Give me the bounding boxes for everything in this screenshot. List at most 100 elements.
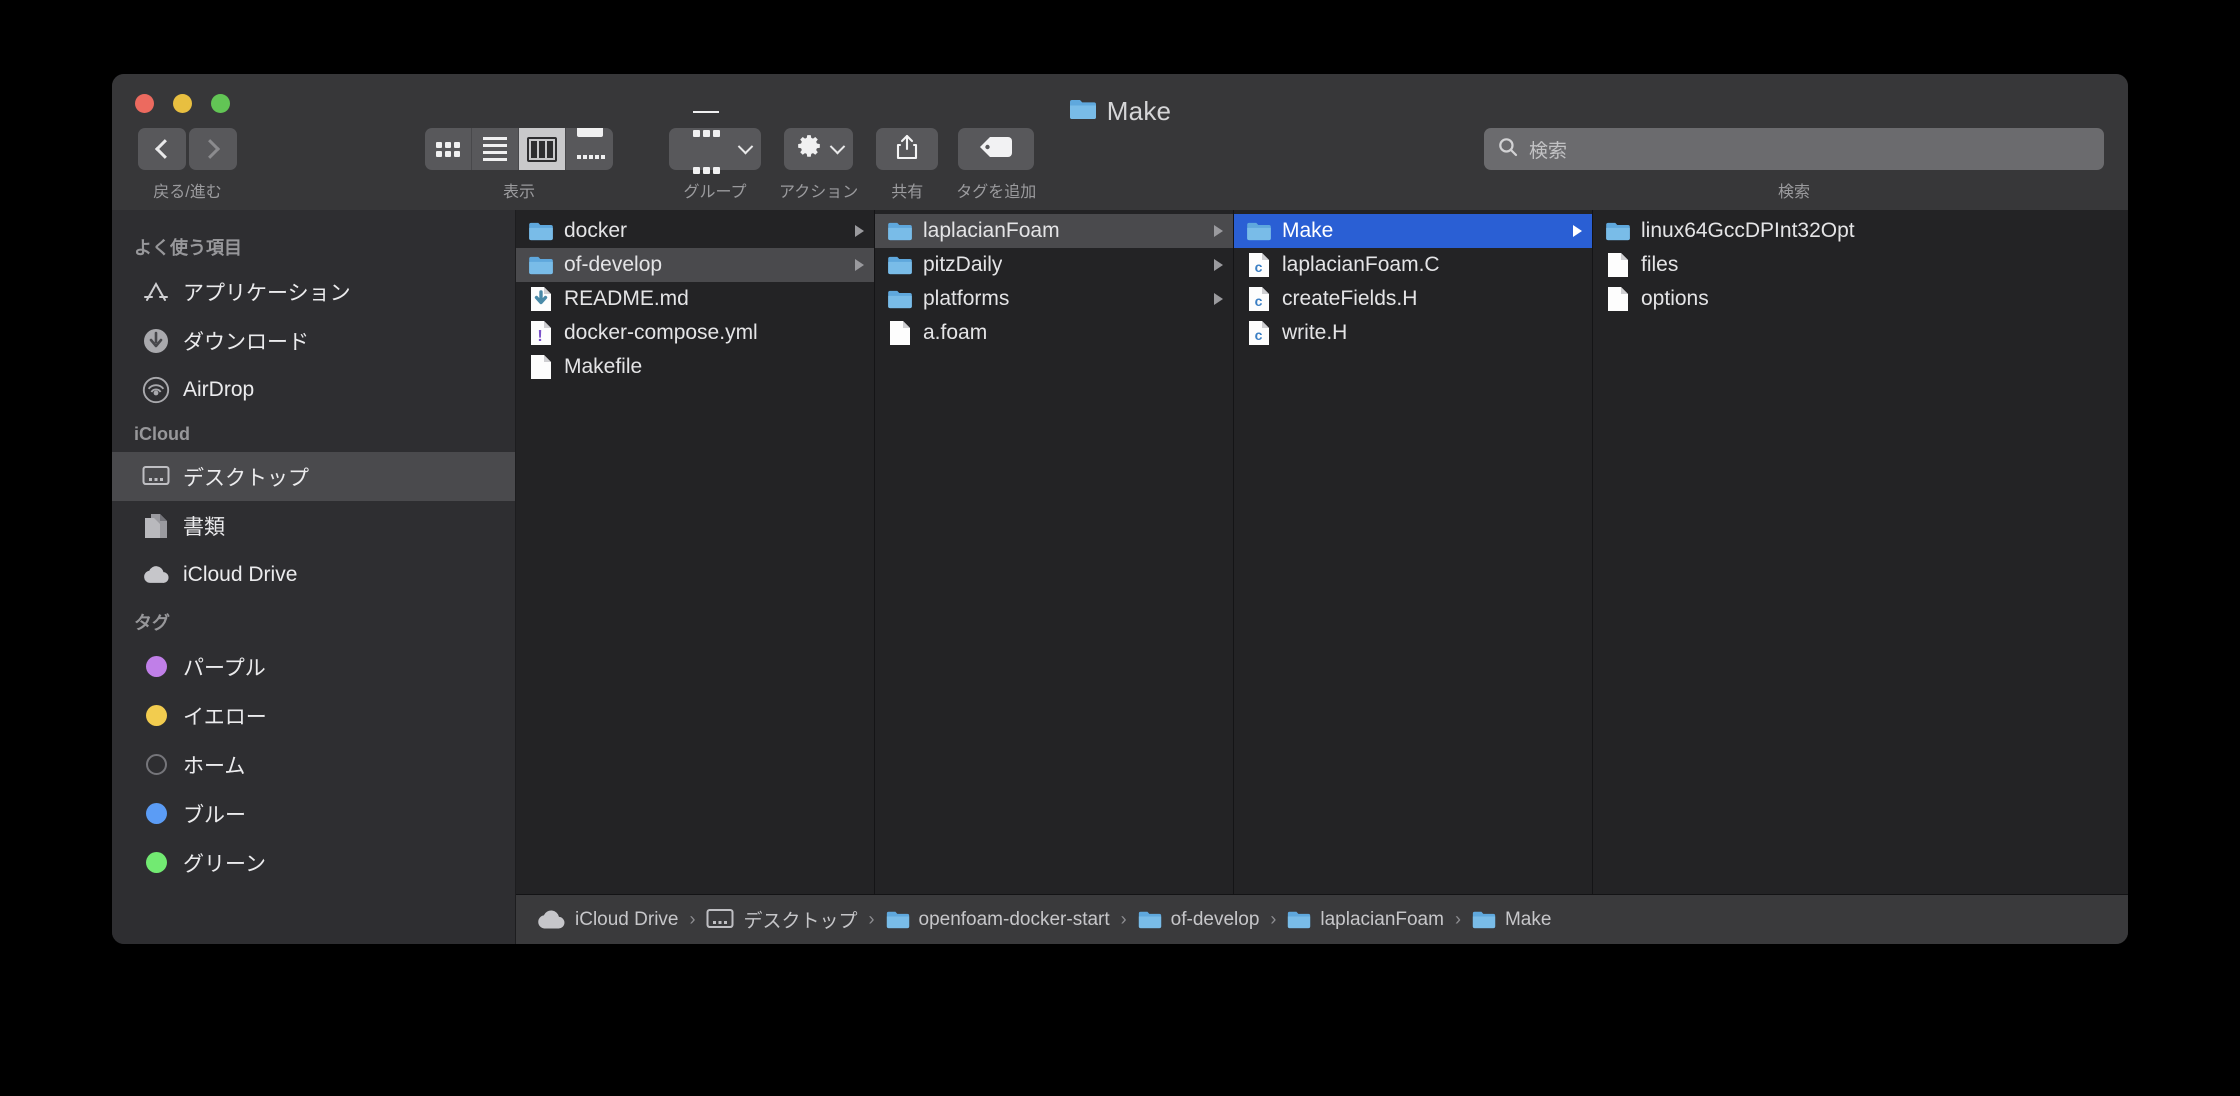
- tag-dot-icon: [142, 751, 170, 779]
- chevron-down-icon: [737, 138, 754, 154]
- search-field[interactable]: 検索: [1484, 128, 2104, 170]
- traffic-lights: [135, 94, 230, 113]
- sidebar-item-1-section-2[interactable]: デスクトップ: [112, 452, 515, 501]
- file-row[interactable]: Make: [1234, 214, 1592, 248]
- cloud-icon: [142, 561, 170, 589]
- sidebar-item-1-section-1[interactable]: アプリケーション: [112, 267, 515, 316]
- file-name: docker-compose.yml: [564, 321, 758, 344]
- file-name: laplacianFoam.C: [1282, 253, 1440, 276]
- file-name: laplacianFoam: [923, 219, 1060, 242]
- file-row[interactable]: pitzDaily: [875, 248, 1233, 282]
- breadcrumb-item[interactable]: デスクトップ: [706, 906, 858, 933]
- breadcrumb-item[interactable]: Make: [1472, 909, 1551, 931]
- action-button[interactable]: [784, 128, 854, 170]
- breadcrumb-item[interactable]: of-develop: [1138, 909, 1259, 931]
- file-row[interactable]: a.foam: [875, 316, 1233, 350]
- breadcrumb-separator: ›: [689, 909, 696, 929]
- disclosure-arrow-icon[interactable]: [1214, 225, 1223, 237]
- file-name: createFields.H: [1282, 287, 1418, 310]
- breadcrumb-item[interactable]: iCloud Drive: [536, 909, 678, 931]
- action-group: アクション: [779, 128, 858, 202]
- sidebar-item-2-section-1[interactable]: ダウンロード: [112, 316, 515, 365]
- file-row[interactable]: ! docker-compose.yml: [516, 316, 874, 350]
- zoom-button[interactable]: [211, 94, 230, 113]
- file-row[interactable]: docker: [516, 214, 874, 248]
- file-row[interactable]: files: [1593, 248, 2128, 282]
- file-row[interactable]: linux64GccDPInt32Opt: [1593, 214, 2128, 248]
- group-grid-icon: [681, 111, 730, 187]
- breadcrumb-separator: ›: [1454, 909, 1461, 929]
- sidebar-item-label: パープル: [183, 656, 266, 680]
- sidebar-section-header: よく使う項目: [134, 238, 242, 258]
- breadcrumb-label: Make: [1504, 908, 1552, 930]
- file-row[interactable]: options: [1593, 282, 2128, 316]
- file-row[interactable]: README.md: [516, 282, 874, 316]
- window-title: Make: [112, 96, 2128, 127]
- file-icon: [528, 286, 554, 312]
- sidebar-item-4-section-3[interactable]: ブルー: [112, 789, 515, 838]
- sidebar-item-label: ダウンロード: [183, 330, 309, 354]
- file-row[interactable]: laplacianFoam: [875, 214, 1233, 248]
- file-icon: [1605, 286, 1631, 312]
- chevron-left-icon: [154, 139, 175, 159]
- file-name: README.md: [564, 287, 689, 310]
- add-tag-button[interactable]: [958, 128, 1035, 170]
- file-row[interactable]: c laplacianFoam.C: [1234, 248, 1592, 282]
- sidebar-item-1-section-3[interactable]: パープル: [112, 642, 515, 691]
- tag-dot-icon: [142, 653, 170, 681]
- disclosure-arrow-icon[interactable]: [855, 259, 864, 271]
- folder-icon: [1472, 910, 1496, 929]
- minimize-button[interactable]: [173, 94, 192, 113]
- folder-icon: [1287, 910, 1311, 929]
- breadcrumb-item[interactable]: openfoam-docker-start: [886, 909, 1110, 931]
- sidebar-item-2-section-3[interactable]: イエロー: [112, 691, 515, 740]
- group-button[interactable]: [669, 111, 761, 174]
- sidebar-item-label: iCloud Drive: [183, 562, 298, 586]
- sidebar-item-3-section-3[interactable]: ホーム: [112, 740, 515, 789]
- file-name: a.foam: [923, 321, 988, 344]
- file-row[interactable]: platforms: [875, 282, 1233, 316]
- view-mode-gallery[interactable]: [566, 128, 613, 170]
- sidebar-item-3-section-1[interactable]: AirDrop: [112, 365, 515, 414]
- file-row[interactable]: of-develop: [516, 248, 874, 282]
- path-bar: iCloud Drive › デスクトップ › openfoam-docker-star…: [516, 894, 2128, 944]
- view-mode-list[interactable]: [472, 128, 519, 170]
- tag-group: タグを追加: [956, 128, 1036, 202]
- file-name: options: [1641, 287, 1709, 310]
- disclosure-arrow-icon[interactable]: [1214, 293, 1223, 305]
- view-mode-icon[interactable]: [425, 128, 472, 170]
- search-icon: [1498, 137, 1518, 162]
- disclosure-arrow-icon[interactable]: [1573, 225, 1582, 237]
- disclosure-arrow-icon[interactable]: [855, 225, 864, 237]
- view-mode-segmented[interactable]: [425, 128, 613, 170]
- disclosure-arrow-icon[interactable]: [1214, 259, 1223, 271]
- view-mode-column[interactable]: [519, 128, 566, 170]
- sidebar-item-label: 書類: [183, 515, 225, 539]
- svg-text:c: c: [1255, 293, 1263, 309]
- add-tag-label: タグを追加: [956, 184, 1037, 201]
- back-button[interactable]: [138, 128, 186, 170]
- file-row[interactable]: Makefile: [516, 350, 874, 384]
- file-icon: !: [528, 320, 554, 346]
- sidebar-section-header: iCloud: [134, 424, 190, 444]
- svg-text:c: c: [1255, 327, 1263, 343]
- share-label: 共有: [891, 184, 924, 201]
- group-group: グループ: [669, 111, 761, 202]
- breadcrumb-item[interactable]: laplacianFoam: [1287, 909, 1444, 931]
- sidebar-item-2-section-2[interactable]: 書類: [112, 501, 515, 550]
- file-row[interactable]: c write.H: [1234, 316, 1592, 350]
- close-button[interactable]: [135, 94, 154, 113]
- tag-icon: [979, 136, 1013, 163]
- file-name: Makefile: [564, 355, 643, 378]
- sidebar-item-5-section-3[interactable]: グリーン: [112, 838, 515, 887]
- search-group: 検索 検索: [1484, 128, 2104, 202]
- share-button[interactable]: [876, 128, 939, 170]
- sidebar-item-3-section-2[interactable]: iCloud Drive: [112, 550, 515, 599]
- forward-button[interactable]: [189, 128, 237, 170]
- file-icon: [1605, 252, 1631, 278]
- breadcrumb-label: openfoam-docker-start: [918, 908, 1110, 930]
- file-icon: [528, 354, 554, 380]
- sidebar-item-label: デスクトップ: [183, 466, 309, 490]
- file-row[interactable]: c createFields.H: [1234, 282, 1592, 316]
- tag-dot-icon: [142, 702, 170, 730]
